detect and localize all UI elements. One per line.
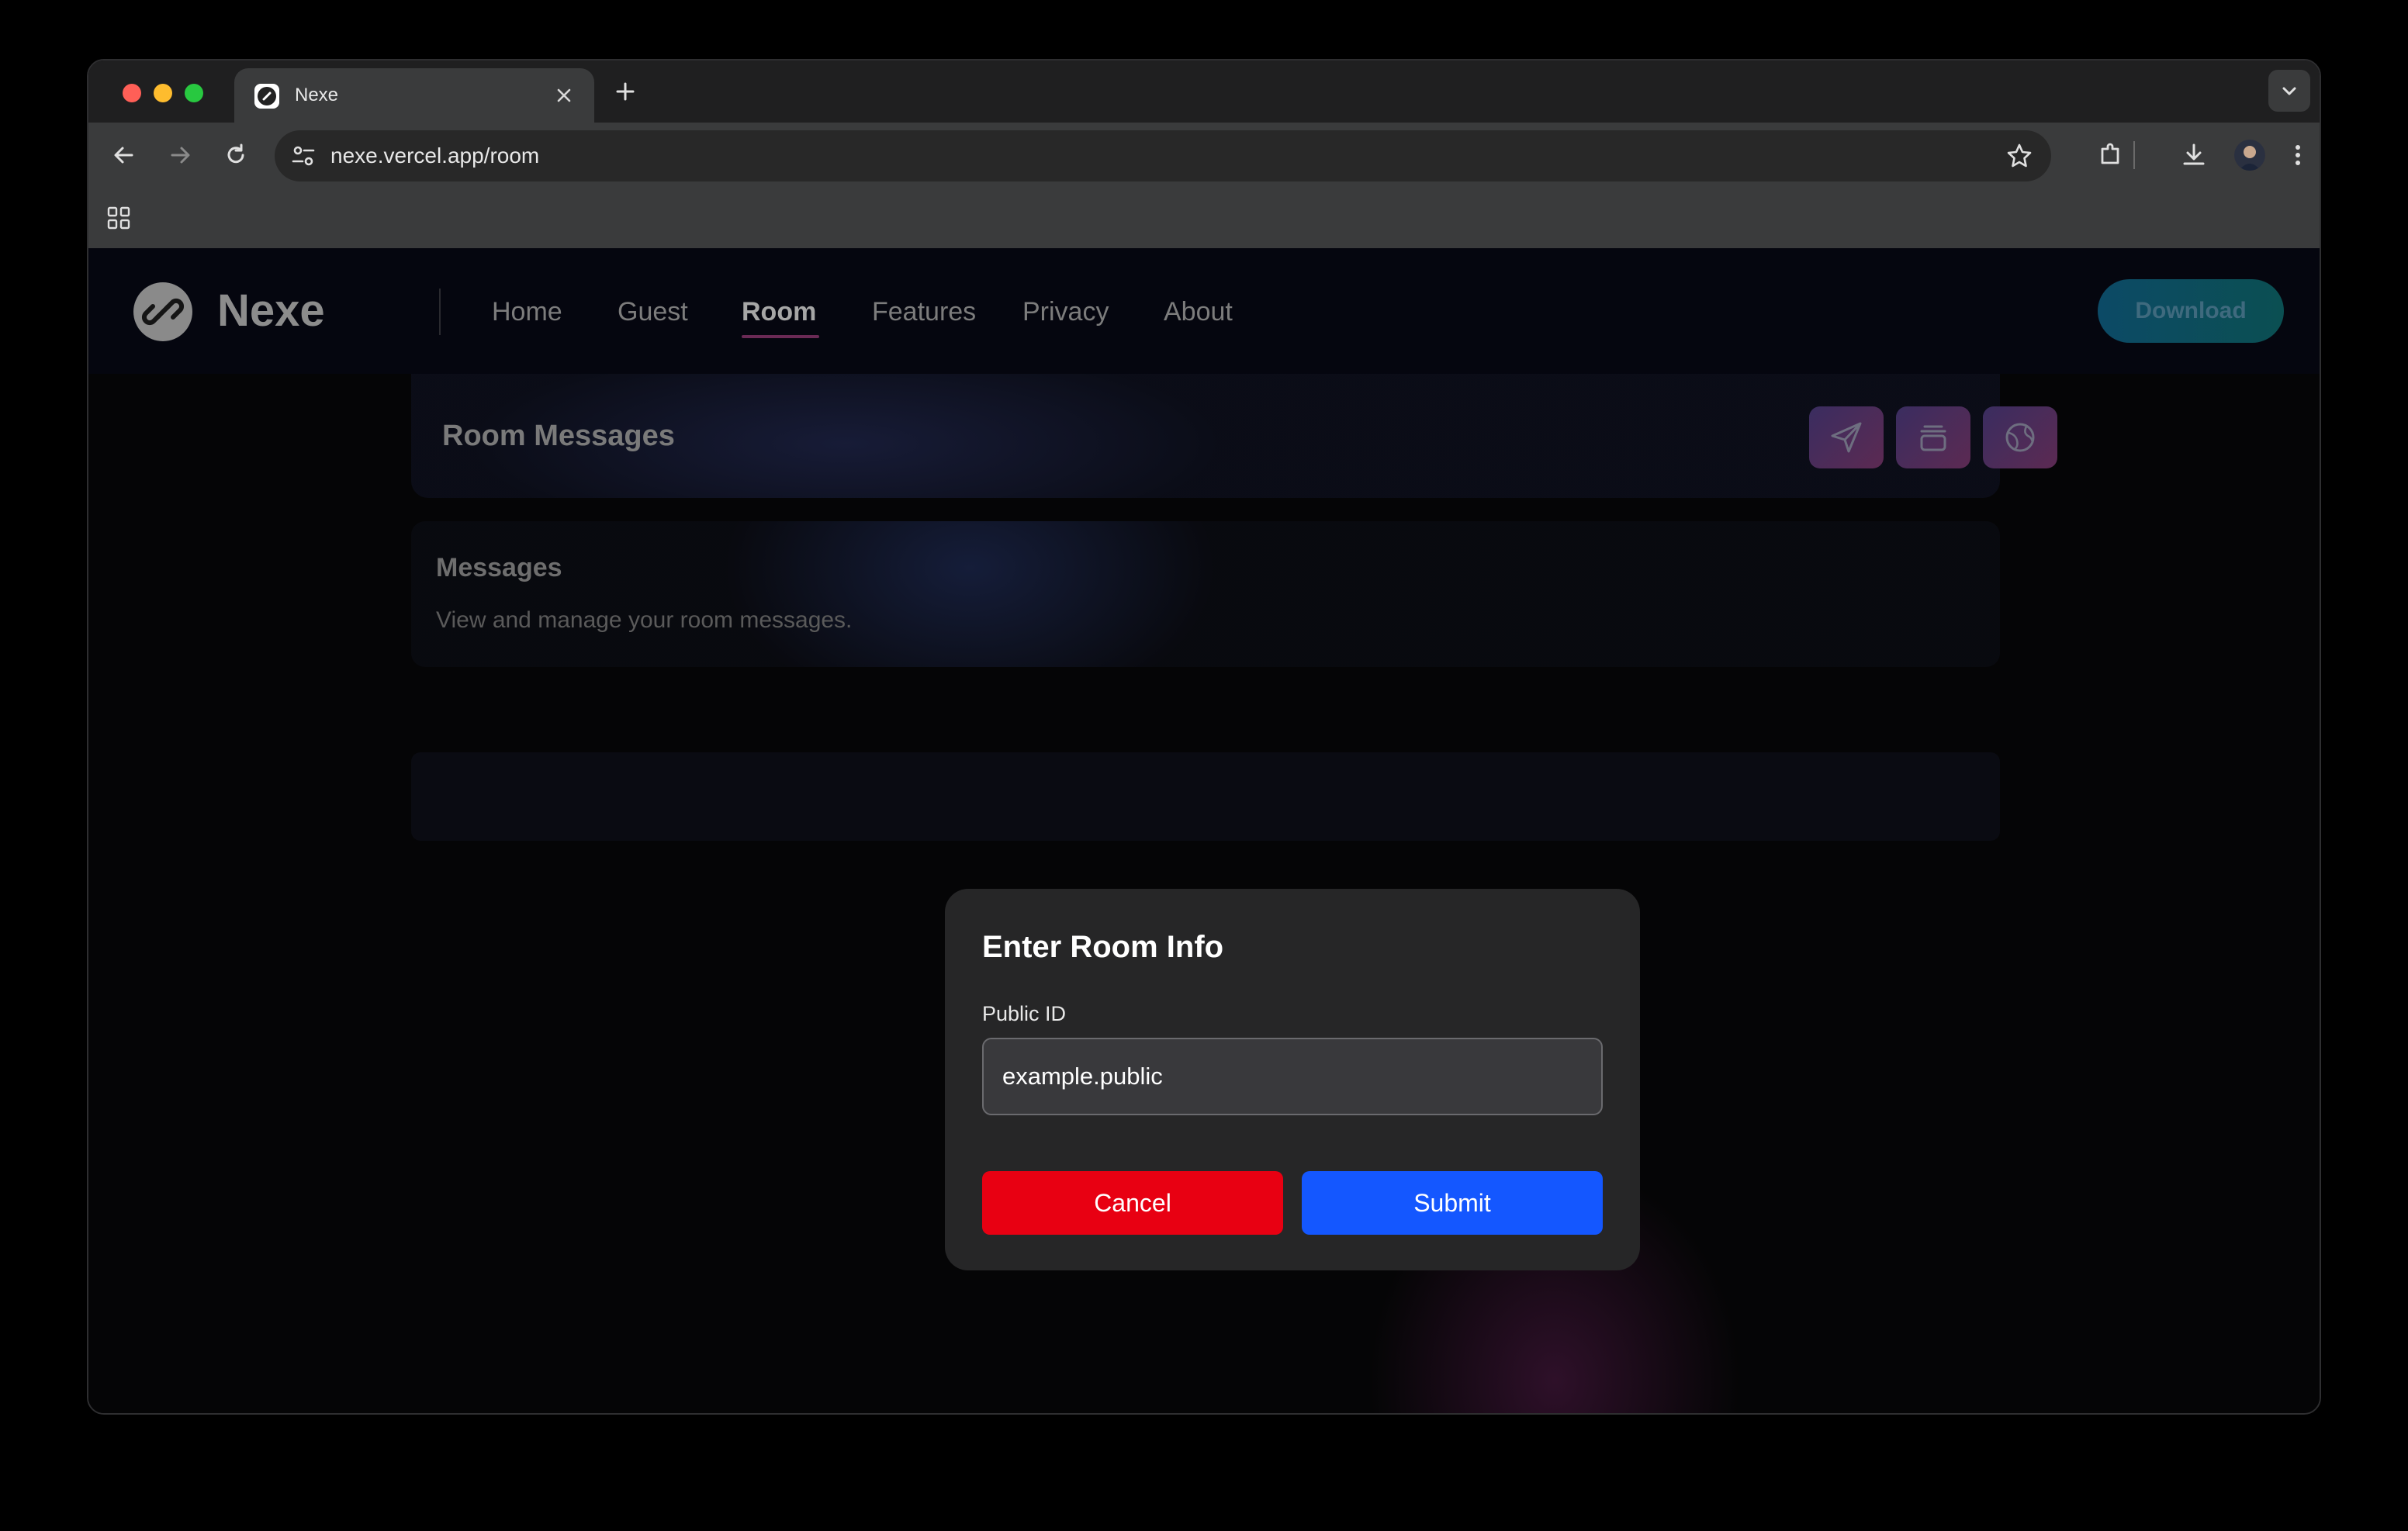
layers-button[interactable]: [1896, 406, 1970, 468]
toolbar-divider: [2133, 141, 2135, 169]
send-icon: [1831, 422, 1862, 453]
public-id-label: Public ID: [982, 1002, 1067, 1025]
browser-menu-icon[interactable]: [2290, 140, 2306, 171]
apps-grid-icon[interactable]: [106, 205, 132, 231]
messages-card: Messages View and manage your room messa…: [411, 521, 2000, 667]
messages-subtitle: View and manage your room messages.: [436, 607, 853, 633]
messages-list-placeholder: [411, 752, 2000, 841]
dialog-title: Enter Room Info: [982, 930, 1224, 964]
reload-icon[interactable]: [220, 140, 251, 171]
close-window-button[interactable]: [123, 84, 141, 102]
room-info-dialog: Enter Room Info Public ID Cancel Submit: [945, 889, 1640, 1270]
downloads-icon[interactable]: [2178, 140, 2209, 171]
nav-features[interactable]: Features: [872, 295, 976, 329]
nav-room[interactable]: Room: [742, 295, 816, 329]
new-tab-icon[interactable]: [613, 79, 638, 104]
minimize-window-button[interactable]: [154, 84, 172, 102]
nav-home[interactable]: Home: [492, 295, 562, 329]
messages-title: Messages: [436, 553, 562, 582]
active-nav-indicator: [742, 335, 819, 338]
tab-close-icon[interactable]: [554, 85, 574, 105]
tab-favicon-icon: [254, 84, 279, 109]
browser-tab[interactable]: Nexe: [234, 68, 594, 123]
browser-toolbar: nexe.vercel.app/room: [88, 123, 2320, 188]
tab-title: Nexe: [295, 85, 339, 105]
forward-icon[interactable]: [164, 140, 195, 171]
nav-guest[interactable]: Guest: [618, 295, 688, 329]
public-id-input[interactable]: [982, 1038, 1603, 1115]
address-bar[interactable]: nexe.vercel.app/room: [275, 130, 2051, 181]
send-button[interactable]: [1809, 406, 1884, 468]
bookmarks-bar: [88, 188, 2320, 250]
logo-link-icon[interactable]: [133, 282, 192, 341]
site-settings-icon[interactable]: [289, 141, 318, 171]
nav-about[interactable]: About: [1164, 295, 1233, 329]
download-button[interactable]: Download: [2098, 279, 2284, 343]
browser-window: Nexe nexe.vercel.app/room Nexe Home Gues…: [87, 59, 2321, 1415]
globe-button[interactable]: [1983, 406, 2057, 468]
bookmark-star-icon[interactable]: [2005, 141, 2034, 171]
page-content: Nexe Home Guest Room Features Privacy Ab…: [88, 248, 2320, 1413]
nav-privacy[interactable]: Privacy: [1022, 295, 1109, 329]
tab-search-button[interactable]: [2268, 70, 2310, 112]
layers-icon: [1920, 434, 1946, 451]
room-header: Room Messages: [411, 374, 2057, 498]
extensions-icon[interactable]: [2095, 140, 2126, 171]
profile-avatar[interactable]: [2234, 140, 2265, 171]
logo-text[interactable]: Nexe: [217, 281, 325, 341]
back-icon[interactable]: [109, 140, 140, 171]
submit-button[interactable]: Submit: [1302, 1171, 1603, 1235]
tab-strip: Nexe: [88, 60, 2320, 123]
maximize-window-button[interactable]: [185, 84, 203, 102]
nav-divider: [439, 289, 441, 335]
room-title: Room Messages: [442, 420, 675, 452]
url-text: nexe.vercel.app/room: [330, 143, 540, 168]
site-navbar: Nexe Home Guest Room Features Privacy Ab…: [88, 248, 2320, 374]
cancel-button[interactable]: Cancel: [982, 1171, 1283, 1235]
